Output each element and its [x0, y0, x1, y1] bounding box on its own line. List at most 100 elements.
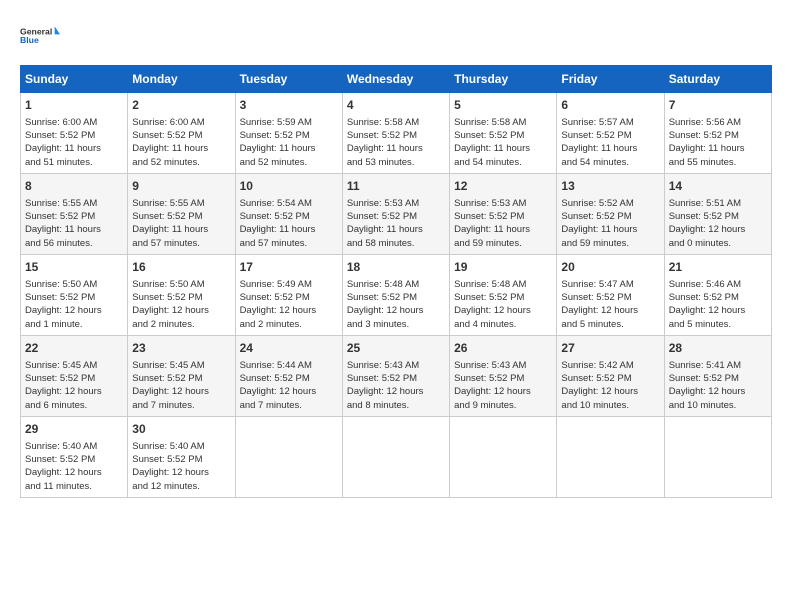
day-number: 17	[240, 259, 338, 276]
page-header: General Blue	[20, 20, 772, 55]
calendar-day-cell: 9 Sunrise: 5:55 AM Sunset: 5:52 PM Daylig…	[128, 173, 235, 254]
day-number: 20	[561, 259, 659, 276]
calendar-day-cell: 15Sunrise: 5:50 AM Sunset: 5:52 PM Dayli…	[21, 254, 128, 335]
calendar-day-cell: 8Sunrise: 5:55 AM Sunset: 5:52 PM Daylig…	[21, 173, 128, 254]
day-number: 19	[454, 259, 552, 276]
calendar-week-row: 29 Sunrise: 5:40 AM Sunset: 5:52 PM Dayli…	[21, 416, 772, 497]
day-info: Sunrise: 6:00 AM Sunset: 5:52 PM Dayligh…	[25, 116, 123, 169]
calendar-day-cell: 4 Sunrise: 5:58 AM Sunset: 5:52 PM Daylig…	[342, 93, 449, 174]
day-number: 24	[240, 340, 338, 357]
weekday-header: Thursday	[450, 66, 557, 93]
day-number: 29	[25, 421, 123, 438]
day-number: 27	[561, 340, 659, 357]
calendar-day-cell: 18 Sunrise: 5:48 AM Sunset: 5:52 PM Dayli…	[342, 254, 449, 335]
calendar-day-cell: 21 Sunrise: 5:46 AM Sunset: 5:52 PM Dayli…	[664, 254, 771, 335]
day-info: Sunrise: 5:51 AM Sunset: 5:52 PM Dayligh…	[669, 197, 767, 250]
day-info: Sunrise: 5:58 AM Sunset: 5:52 PM Dayligh…	[454, 116, 552, 169]
day-number: 25	[347, 340, 445, 357]
calendar-table: SundayMondayTuesdayWednesdayThursdayFrid…	[20, 65, 772, 498]
calendar-day-cell: 23 Sunrise: 5:45 AM Sunset: 5:52 PM Dayli…	[128, 335, 235, 416]
calendar-day-cell: 13Sunrise: 5:52 AM Sunset: 5:52 PM Dayli…	[557, 173, 664, 254]
weekday-header: Sunday	[21, 66, 128, 93]
day-number: 15	[25, 259, 123, 276]
calendar-day-cell: 22 Sunrise: 5:45 AM Sunset: 5:52 PM Dayli…	[21, 335, 128, 416]
day-info: Sunrise: 5:56 AM Sunset: 5:52 PM Dayligh…	[669, 116, 767, 169]
day-number: 22	[25, 340, 123, 357]
day-info: Sunrise: 5:59 AM Sunset: 5:52 PM Dayligh…	[240, 116, 338, 169]
weekday-header: Saturday	[664, 66, 771, 93]
calendar-week-row: 15 Sunrise: 5:50 AM Sunset: 5:52 PM Dayli…	[21, 254, 772, 335]
calendar-day-cell: 1 Sunrise: 6:00 AM Sunset: 5:52 PM Daylig…	[21, 93, 128, 174]
calendar-day-cell	[664, 416, 771, 497]
calendar-day-cell	[450, 416, 557, 497]
logo-svg: General Blue	[20, 20, 60, 50]
weekday-header: Friday	[557, 66, 664, 93]
calendar-day-cell: 30 Sunrise: 5:40 AM Sunset: 5:52 PM Dayli…	[128, 416, 235, 497]
day-number: 13	[561, 178, 659, 195]
weekday-header-row: SundayMondayTuesdayWednesdayThursdayFrid…	[21, 66, 772, 93]
day-info: Sunrise: 5:55 AM Sunset: 5:52 PM Dayligh…	[132, 197, 230, 250]
weekday-header: Monday	[128, 66, 235, 93]
day-number: 6	[561, 97, 659, 114]
calendar-day-cell	[235, 416, 342, 497]
day-number: 4	[347, 97, 445, 114]
day-info: Sunrise: 5:46 AM Sunset: 5:52 PM Dayligh…	[669, 278, 767, 331]
day-info: Sunrise: 5:45 AM Sunset: 5:52 PM Dayligh…	[132, 359, 230, 412]
day-info: Sunrise: 5:53 AM Sunset: 5:52 PM Dayligh…	[347, 197, 445, 250]
day-info: Sunrise: 5:48 AM Sunset: 5:52 PM Dayligh…	[454, 278, 552, 331]
calendar-week-row: 1 Sunrise: 6:00 AM Sunset: 5:52 PM Daylig…	[21, 93, 772, 174]
day-number: 23	[132, 340, 230, 357]
day-info: Sunrise: 5:57 AM Sunset: 5:52 PM Dayligh…	[561, 116, 659, 169]
day-number: 9	[132, 178, 230, 195]
day-number: 5	[454, 97, 552, 114]
day-number: 3	[240, 97, 338, 114]
calendar-day-cell: 16Sunrise: 5:50 AM Sunset: 5:52 PM Dayli…	[128, 254, 235, 335]
day-info: Sunrise: 5:50 AM Sunset: 5:52 PM Dayligh…	[132, 278, 230, 331]
day-number: 14	[669, 178, 767, 195]
day-number: 21	[669, 259, 767, 276]
calendar-week-row: 22 Sunrise: 5:45 AM Sunset: 5:52 PM Dayli…	[21, 335, 772, 416]
calendar-day-cell: 11 Sunrise: 5:53 AM Sunset: 5:52 PM Dayli…	[342, 173, 449, 254]
day-info: Sunrise: 5:47 AM Sunset: 5:52 PM Dayligh…	[561, 278, 659, 331]
calendar-week-row: 8Sunrise: 5:55 AM Sunset: 5:52 PM Daylig…	[21, 173, 772, 254]
logo: General Blue	[20, 20, 66, 55]
day-info: Sunrise: 5:40 AM Sunset: 5:52 PM Dayligh…	[25, 440, 123, 493]
day-number: 11	[347, 178, 445, 195]
day-info: Sunrise: 5:54 AM Sunset: 5:52 PM Dayligh…	[240, 197, 338, 250]
day-info: Sunrise: 5:43 AM Sunset: 5:52 PM Dayligh…	[454, 359, 552, 412]
calendar-day-cell: 28 Sunrise: 5:41 AM Sunset: 5:52 PM Dayli…	[664, 335, 771, 416]
day-number: 28	[669, 340, 767, 357]
day-info: Sunrise: 5:43 AM Sunset: 5:52 PM Dayligh…	[347, 359, 445, 412]
calendar-day-cell: 5 Sunrise: 5:58 AM Sunset: 5:52 PM Daylig…	[450, 93, 557, 174]
day-info: Sunrise: 6:00 AM Sunset: 5:52 PM Dayligh…	[132, 116, 230, 169]
svg-text:Blue: Blue	[20, 35, 39, 45]
day-number: 1	[25, 97, 123, 114]
calendar-day-cell	[557, 416, 664, 497]
day-number: 2	[132, 97, 230, 114]
calendar-day-cell: 12 Sunrise: 5:53 AM Sunset: 5:52 PM Dayli…	[450, 173, 557, 254]
calendar-day-cell: 19 Sunrise: 5:48 AM Sunset: 5:52 PM Dayli…	[450, 254, 557, 335]
day-info: Sunrise: 5:45 AM Sunset: 5:52 PM Dayligh…	[25, 359, 123, 412]
day-number: 26	[454, 340, 552, 357]
day-number: 12	[454, 178, 552, 195]
calendar-day-cell: 6 Sunrise: 5:57 AM Sunset: 5:52 PM Daylig…	[557, 93, 664, 174]
calendar-day-cell: 17 Sunrise: 5:49 AM Sunset: 5:52 PM Dayli…	[235, 254, 342, 335]
day-info: Sunrise: 5:53 AM Sunset: 5:52 PM Dayligh…	[454, 197, 552, 250]
day-info: Sunrise: 5:58 AM Sunset: 5:52 PM Dayligh…	[347, 116, 445, 169]
day-info: Sunrise: 5:40 AM Sunset: 5:52 PM Dayligh…	[132, 440, 230, 493]
calendar-day-cell: 25 Sunrise: 5:43 AM Sunset: 5:52 PM Dayli…	[342, 335, 449, 416]
day-info: Sunrise: 5:49 AM Sunset: 5:52 PM Dayligh…	[240, 278, 338, 331]
day-info: Sunrise: 5:41 AM Sunset: 5:52 PM Dayligh…	[669, 359, 767, 412]
calendar-day-cell: 24 Sunrise: 5:44 AM Sunset: 5:52 PM Dayli…	[235, 335, 342, 416]
day-number: 10	[240, 178, 338, 195]
calendar-day-cell: 7Sunrise: 5:56 AM Sunset: 5:52 PM Daylig…	[664, 93, 771, 174]
day-number: 30	[132, 421, 230, 438]
calendar-day-cell: 14 Sunrise: 5:51 AM Sunset: 5:52 PM Dayli…	[664, 173, 771, 254]
day-number: 18	[347, 259, 445, 276]
day-info: Sunrise: 5:55 AM Sunset: 5:52 PM Dayligh…	[25, 197, 123, 250]
day-info: Sunrise: 5:44 AM Sunset: 5:52 PM Dayligh…	[240, 359, 338, 412]
calendar-day-cell: 2 Sunrise: 6:00 AM Sunset: 5:52 PM Daylig…	[128, 93, 235, 174]
calendar-day-cell: 10 Sunrise: 5:54 AM Sunset: 5:52 PM Dayli…	[235, 173, 342, 254]
calendar-day-cell: 20 Sunrise: 5:47 AM Sunset: 5:52 PM Dayli…	[557, 254, 664, 335]
day-info: Sunrise: 5:48 AM Sunset: 5:52 PM Dayligh…	[347, 278, 445, 331]
